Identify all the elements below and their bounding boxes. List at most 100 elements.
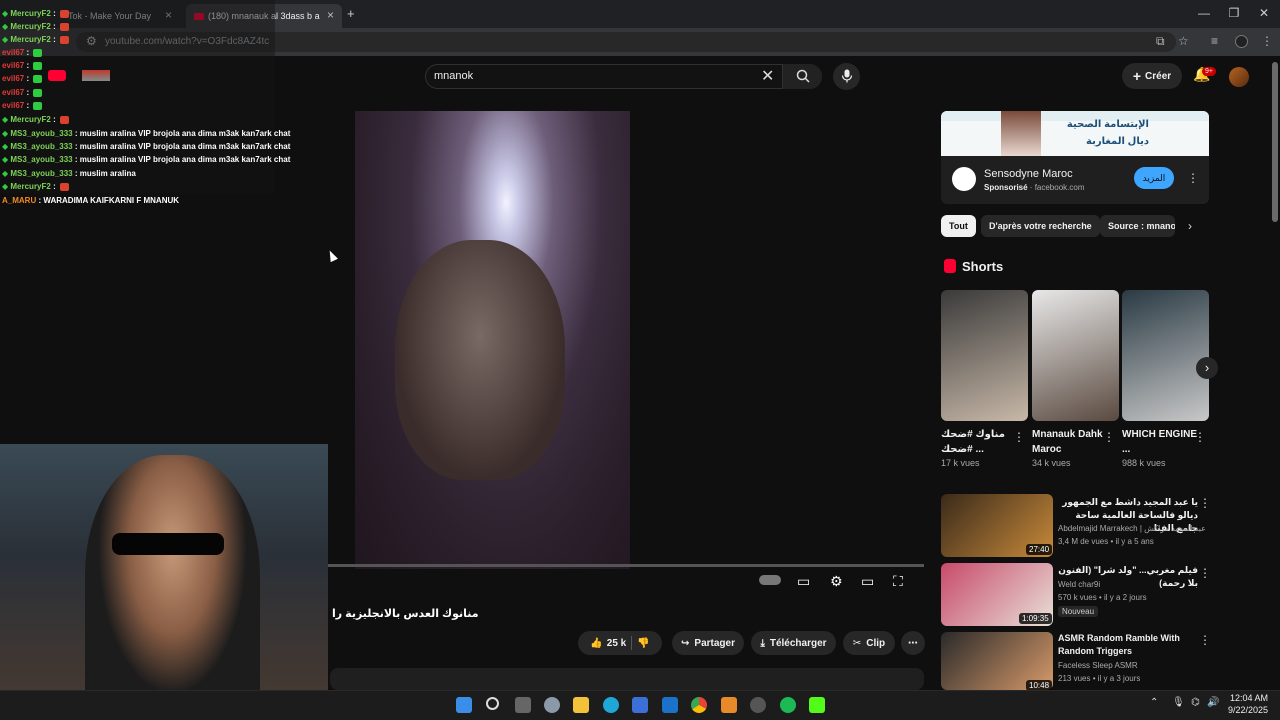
mouse-cursor-icon <box>326 248 338 263</box>
profile-avatar-icon[interactable] <box>1235 35 1248 48</box>
more-actions-button[interactable]: ⋯ <box>901 631 925 655</box>
ad-banner-image[interactable]: الإبتسامة الصحية ديال المغاربة <box>941 111 1209 156</box>
share-button[interactable]: ↪ Partager <box>672 631 744 655</box>
ad-menu-icon[interactable]: ⋮ <box>1187 171 1199 185</box>
minimize-button[interactable]: — <box>1192 6 1216 20</box>
chat-username: evil67 <box>2 61 25 70</box>
chips-next-chevron-icon[interactable]: › <box>1188 219 1192 233</box>
webcam-person <box>85 455 260 720</box>
chat-emote-icon <box>33 88 43 97</box>
window-close-button[interactable]: ✕ <box>1252 6 1276 20</box>
bookmark-star-icon[interactable]: ☆ <box>1178 34 1189 48</box>
kick-icon[interactable] <box>809 697 825 713</box>
short-thumbnail[interactable] <box>941 290 1028 421</box>
store-icon[interactable] <box>632 697 648 713</box>
create-button[interactable]: + Créer <box>1122 63 1182 89</box>
theater-mode-icon[interactable]: ▭ <box>861 573 874 590</box>
account-avatar[interactable] <box>1229 67 1249 87</box>
short-thumbnail[interactable] <box>1032 290 1119 421</box>
chat-emote-icon <box>59 182 69 191</box>
tab-close-icon[interactable]: × <box>327 8 334 22</box>
chip-based-on-search[interactable]: D'après votre recherche <box>981 215 1100 237</box>
ad-cta-button[interactable]: المزيد <box>1134 167 1174 189</box>
chip-source[interactable]: Source : mnanok <box>1100 215 1175 237</box>
flag-emote-icon <box>82 70 110 81</box>
page-scrollbar[interactable] <box>1272 62 1278 222</box>
task-view-icon[interactable] <box>515 697 531 713</box>
chip-all[interactable]: Tout <box>941 215 976 237</box>
taskbar-time[interactable]: 12:04 AM <box>1226 693 1268 703</box>
advertiser-logo <box>952 167 976 191</box>
chat-line: ◆ MS3_ayoub_333 : muslim aralina VIP bro… <box>2 155 290 164</box>
short-menu-icon[interactable]: ⋮ <box>1194 430 1206 444</box>
start-windows-icon[interactable] <box>456 697 472 713</box>
download-button[interactable]: ⤓ Télécharger <box>751 631 836 655</box>
dislike-button[interactable]: 👎 <box>637 638 649 649</box>
chat-line: evil67 : <box>2 101 43 110</box>
search-input[interactable]: mnanok <box>434 70 473 82</box>
reading-list-icon[interactable]: ≡ <box>1211 34 1218 48</box>
taskbar-date[interactable]: 9/22/2025 <box>1216 705 1268 715</box>
chat-separator: : <box>24 101 32 110</box>
install-app-icon[interactable]: ⧉ <box>1156 34 1165 49</box>
edge-browser-icon[interactable] <box>603 697 619 713</box>
sponsored-label: Sponsorisé <box>984 183 1028 192</box>
like-button[interactable]: 👍 25 k <box>590 638 626 649</box>
obs-icon[interactable] <box>750 697 766 713</box>
short-menu-icon[interactable]: ⋮ <box>1103 430 1115 444</box>
restore-button[interactable]: ❐ <box>1222 6 1246 20</box>
tray-network-icon[interactable]: ⌬ <box>1191 697 1200 708</box>
ad-domain: facebook.com <box>1034 183 1085 192</box>
new-tab-button[interactable]: + <box>347 6 355 21</box>
chrome-icon[interactable] <box>691 697 707 713</box>
file-explorer-icon[interactable] <box>573 697 589 713</box>
chat-line: ◆ MercuryF2 : <box>2 182 69 191</box>
video-menu-icon[interactable]: ⋮ <box>1199 633 1211 647</box>
settings-app-icon[interactable] <box>544 697 560 713</box>
like-count: 25 k <box>606 637 627 649</box>
fullscreen-icon[interactable]: ⛶ <box>893 573 903 590</box>
description-box[interactable] <box>330 668 924 690</box>
video-progress-bar[interactable] <box>328 564 924 567</box>
subtitles-icon[interactable]: ▭ <box>797 573 810 590</box>
spotify-icon[interactable] <box>780 697 796 713</box>
shorts-next-chevron-icon[interactable]: › <box>1196 357 1218 379</box>
chat-username: MercuryF2 <box>10 182 51 191</box>
chat-line: evil67 : <box>2 88 43 97</box>
channel-name[interactable]: Abdelmajid Marrakech | عبد المجيد مراكش <box>1058 524 1206 533</box>
video-duration: 1:09:35 <box>1019 613 1052 624</box>
autoplay-toggle[interactable] <box>759 575 781 585</box>
short-title[interactable]: Mnanauk Dahk Maroc <box>1032 427 1107 457</box>
video-menu-icon[interactable]: ⋮ <box>1199 566 1211 580</box>
chat-message: muslim aralina <box>79 169 136 178</box>
short-thumbnail[interactable] <box>1122 290 1209 421</box>
video-menu-icon[interactable]: ⋮ <box>1199 496 1211 510</box>
outlook-icon[interactable] <box>662 697 678 713</box>
voice-search-button[interactable] <box>833 63 860 90</box>
download-label: Télécharger <box>769 637 827 649</box>
ad-sponsored-line: Sponsorisé · facebook.com <box>984 183 1085 192</box>
chat-username: MS3_ayoub_333 <box>10 169 73 178</box>
taskbar-search-icon[interactable] <box>486 697 499 710</box>
search-clear-icon[interactable]: ✕ <box>761 66 774 86</box>
share-label: Partager <box>694 637 735 649</box>
vlc-icon[interactable] <box>721 697 737 713</box>
channel-name[interactable]: Weld char9i <box>1058 580 1100 589</box>
channel-name[interactable]: Faceless Sleep ASMR <box>1058 661 1138 670</box>
webcam-sunglasses <box>112 533 224 555</box>
settings-gear-icon[interactable]: ⚙ <box>830 573 843 590</box>
tray-mic-icon[interactable]: 🎙 <box>1172 697 1185 708</box>
chat-line: ◆ MS3_ayoub_333 : muslim aralina VIP bro… <box>2 129 290 138</box>
video-title[interactable]: ASMR Random Ramble With Random Triggers <box>1058 632 1198 658</box>
chat-separator: : <box>72 129 80 138</box>
advertiser-name[interactable]: Sensodyne Maroc <box>984 168 1073 180</box>
clip-button[interactable]: ✂ Clip <box>843 631 895 655</box>
short-title[interactable]: مناوك #ضحك #ضحك ... <box>941 427 1016 457</box>
create-label: Créer <box>1145 70 1172 82</box>
short-title[interactable]: WHICH ENGINE ... <box>1122 427 1197 457</box>
search-button[interactable] <box>782 64 822 89</box>
short-menu-icon[interactable]: ⋮ <box>1013 430 1025 444</box>
tray-chevron-icon[interactable]: ⌃ <box>1150 697 1158 708</box>
chrome-menu-icon[interactable]: ⋮ <box>1261 34 1273 48</box>
like-dislike-group: 👍 25 k 👎 <box>578 631 662 655</box>
